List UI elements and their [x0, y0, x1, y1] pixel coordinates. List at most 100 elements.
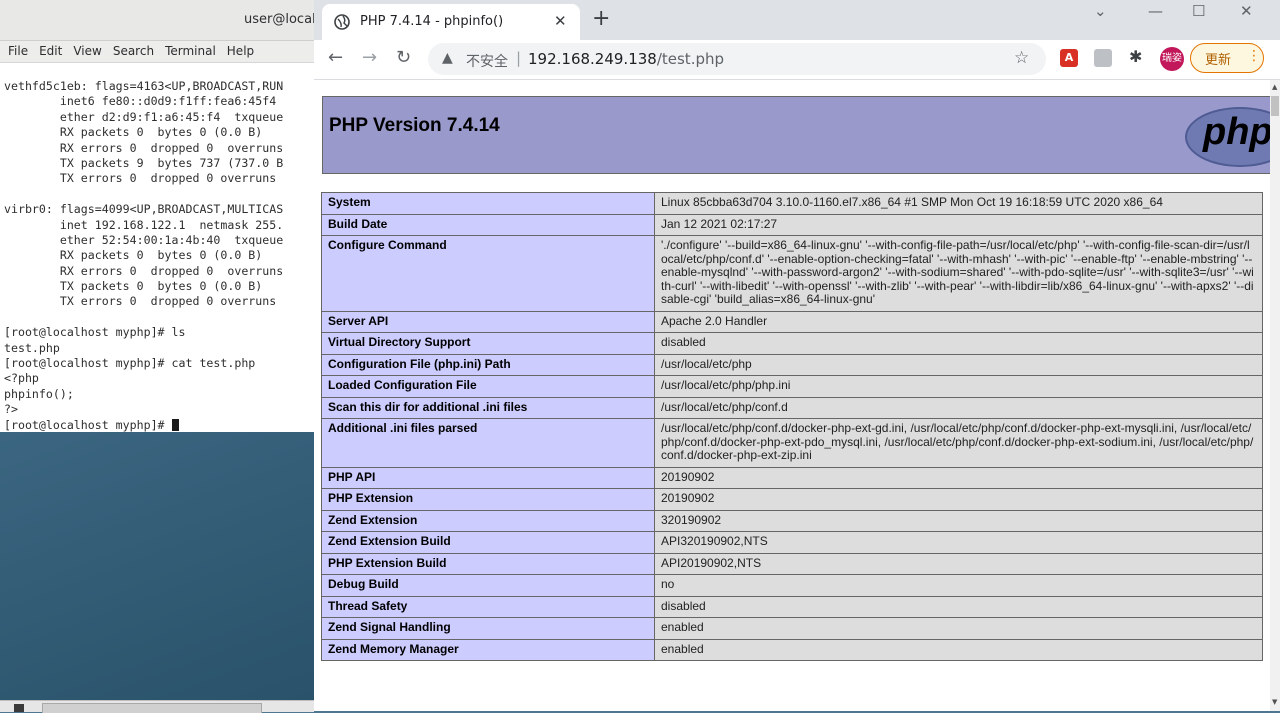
- new-tab-button[interactable]: +: [592, 6, 610, 32]
- warning-triangle-icon[interactable]: ▲: [442, 50, 453, 66]
- menu-edit[interactable]: Edit: [39, 42, 62, 62]
- tab-close-icon[interactable]: ✕: [554, 12, 567, 30]
- terminal-line: RX packets 0 bytes 0 (0.0 B): [4, 248, 263, 263]
- terminal-line: RX errors 0 dropped 0 overruns: [4, 140, 284, 155]
- info-value: /usr/local/etc/php/php.ini: [654, 375, 1263, 398]
- info-row: PHP Extension Build API20190902,NTS: [321, 552, 1263, 575]
- terminal-line: [root@localhost myphp]# ls: [4, 325, 186, 340]
- info-row: Zend Extension Build API320190902,NTS: [321, 531, 1263, 554]
- terminal-cursor: [171, 418, 179, 431]
- info-value: API320190902,NTS: [654, 531, 1263, 554]
- menu-view[interactable]: View: [73, 42, 101, 62]
- terminal-line: [root@localhost myphp]# cat test.php: [4, 356, 256, 371]
- terminal-line: RX packets 0 bytes 0 (0.0 B): [4, 125, 263, 140]
- terminal-prompt: [root@localhost myphp]#: [4, 417, 172, 432]
- info-value: 320190902: [654, 509, 1263, 532]
- scroll-up-arrow-icon[interactable]: ▲: [1272, 83, 1277, 91]
- terminal-line: inet 192.168.122.1 netmask 255.: [4, 217, 284, 232]
- maximize-icon[interactable]: ☐: [1192, 2, 1205, 20]
- pdf-extension-icon[interactable]: A: [1060, 49, 1078, 67]
- kebab-menu-icon[interactable]: ⋮: [1247, 48, 1261, 64]
- info-key: PHP API: [321, 466, 655, 489]
- php-logo[interactable]: php: [1185, 107, 1270, 167]
- info-value: 20190902: [654, 466, 1263, 489]
- url-text[interactable]: 192.168.249.138/test.php: [528, 50, 724, 68]
- info-key: Build Date: [321, 213, 655, 236]
- terminal-prompt-line: [root@localhost myphp]#: [4, 418, 314, 432]
- info-key: Zend Memory Manager: [321, 638, 655, 661]
- terminal-line: phpinfo();: [4, 386, 74, 401]
- info-value: /usr/local/etc/php: [654, 353, 1263, 376]
- info-row: System Linux 85cbba63d704 3.10.0-1160.el7…: [321, 192, 1263, 215]
- info-key: Loaded Configuration File: [321, 375, 655, 398]
- info-key: Zend Signal Handling: [321, 617, 655, 640]
- info-row: Debug Build no: [321, 574, 1263, 597]
- terminal-line: ether d2:d9:f1:a6:45:f4 txqueue: [4, 109, 284, 124]
- info-key: Zend Extension: [321, 509, 655, 532]
- close-window-icon[interactable]: ✕: [1240, 2, 1253, 20]
- info-key: Virtual Directory Support: [321, 332, 655, 355]
- info-row: Zend Memory Manager enabled: [321, 638, 1263, 661]
- info-value: API20190902,NTS: [654, 552, 1263, 575]
- info-key: Thread Safety: [321, 595, 655, 618]
- profile-avatar[interactable]: 瑞姿: [1160, 47, 1184, 71]
- info-row: Scan this dir for additional .ini files /…: [321, 396, 1263, 419]
- info-value: Jan 12 2021 02:17:27: [654, 213, 1263, 236]
- menu-terminal[interactable]: Terminal: [165, 42, 216, 62]
- update-button[interactable]: 更新 ⋮: [1190, 43, 1264, 73]
- not-secure-label[interactable]: 不安全: [466, 51, 508, 71]
- page-scrollbar[interactable]: ▲ ▼: [1270, 80, 1280, 711]
- php-logo-text: php: [1203, 111, 1270, 153]
- tab-phpinfo[interactable]: PHP 7.4.14 - phpinfo() ✕: [322, 4, 580, 40]
- info-row: PHP Extension 20190902: [321, 488, 1263, 511]
- terminal-titlebar[interactable]: user@localh: [0, 0, 314, 41]
- info-row: Build Date Jan 12 2021 02:17:27: [321, 213, 1263, 236]
- menu-search[interactable]: Search: [113, 42, 154, 62]
- info-row: Configuration File (php.ini) Path/usr/lo…: [321, 353, 1263, 376]
- info-value: disabled: [654, 595, 1263, 618]
- info-key: Debug Build: [321, 574, 655, 597]
- address-bar[interactable]: ▲ 不安全 | 192.168.249.138/test.php ☆: [428, 43, 1046, 75]
- minimize-icon[interactable]: —: [1148, 2, 1163, 20]
- browser-window[interactable]: PHP 7.4.14 - phpinfo() ✕ + ⌄ — ☐ ✕ ← → ↻…: [314, 0, 1280, 711]
- info-value: 20190902: [654, 488, 1263, 511]
- info-key: Scan this dir for additional .ini files: [321, 396, 655, 419]
- forward-arrow-icon[interactable]: →: [362, 48, 377, 68]
- scroll-thumb[interactable]: [1271, 96, 1279, 116]
- php-info-table: System Linux 85cbba63d704 3.10.0-1160.el7…: [321, 192, 1263, 661]
- info-value: disabled: [654, 332, 1263, 355]
- update-label: 更新: [1205, 53, 1232, 68]
- terminal-line: TX packets 0 bytes 0 (0.0 B): [4, 279, 263, 294]
- tab-strip: PHP 7.4.14 - phpinfo() ✕ + ⌄ — ☐ ✕: [314, 0, 1280, 40]
- info-key: System: [321, 192, 655, 215]
- url-host: 192.168.249.138: [528, 50, 657, 68]
- tab-title: PHP 7.4.14 - phpinfo(): [360, 14, 504, 29]
- menu-help[interactable]: Help: [227, 42, 254, 62]
- tab-search-icon[interactable]: ⌄: [1094, 2, 1107, 20]
- info-value: enabled: [654, 638, 1263, 661]
- terminal-window[interactable]: user@localh File Edit View Search Termin…: [0, 0, 314, 432]
- terminal-line: TX errors 0 dropped 0 overruns: [4, 171, 277, 186]
- php-version-title: PHP Version 7.4.14: [329, 115, 500, 136]
- globe-icon: [334, 14, 350, 30]
- terminal-line: test.php: [4, 340, 60, 355]
- scroll-down-arrow-icon[interactable]: ▼: [1272, 698, 1277, 706]
- terminal-line: inet6 fe80::d0d9:f1ff:fea6:45f4: [4, 94, 277, 109]
- browser-toolbar: ← → ↻ ▲ 不安全 | 192.168.249.138/test.php ☆…: [314, 40, 1280, 80]
- reload-icon[interactable]: ↻: [396, 48, 411, 68]
- back-arrow-icon[interactable]: ←: [328, 48, 343, 68]
- info-value: Linux 85cbba63d704 3.10.0-1160.el7.x86_6…: [654, 192, 1263, 215]
- info-row: Thread Safety disabled: [321, 595, 1263, 618]
- extension-icon[interactable]: [1094, 49, 1112, 67]
- terminal-line: RX errors 0 dropped 0 overruns: [4, 263, 284, 278]
- menu-file[interactable]: File: [8, 42, 28, 62]
- taskbar-window-item[interactable]: [42, 703, 262, 713]
- info-key: PHP Extension Build: [321, 552, 655, 575]
- terminal-output[interactable]: vethfd5c1eb: flags=4163<UP,BROADCAST,RUN…: [0, 63, 314, 432]
- info-key: PHP Extension: [321, 488, 655, 511]
- bookmark-star-icon[interactable]: ☆: [1014, 48, 1029, 68]
- extensions-puzzle-icon[interactable]: ✱: [1129, 47, 1142, 66]
- info-row: Configure Command './configure' '--build=…: [321, 235, 1263, 312]
- php-version-header: PHP Version 7.4.14 php: [322, 96, 1270, 174]
